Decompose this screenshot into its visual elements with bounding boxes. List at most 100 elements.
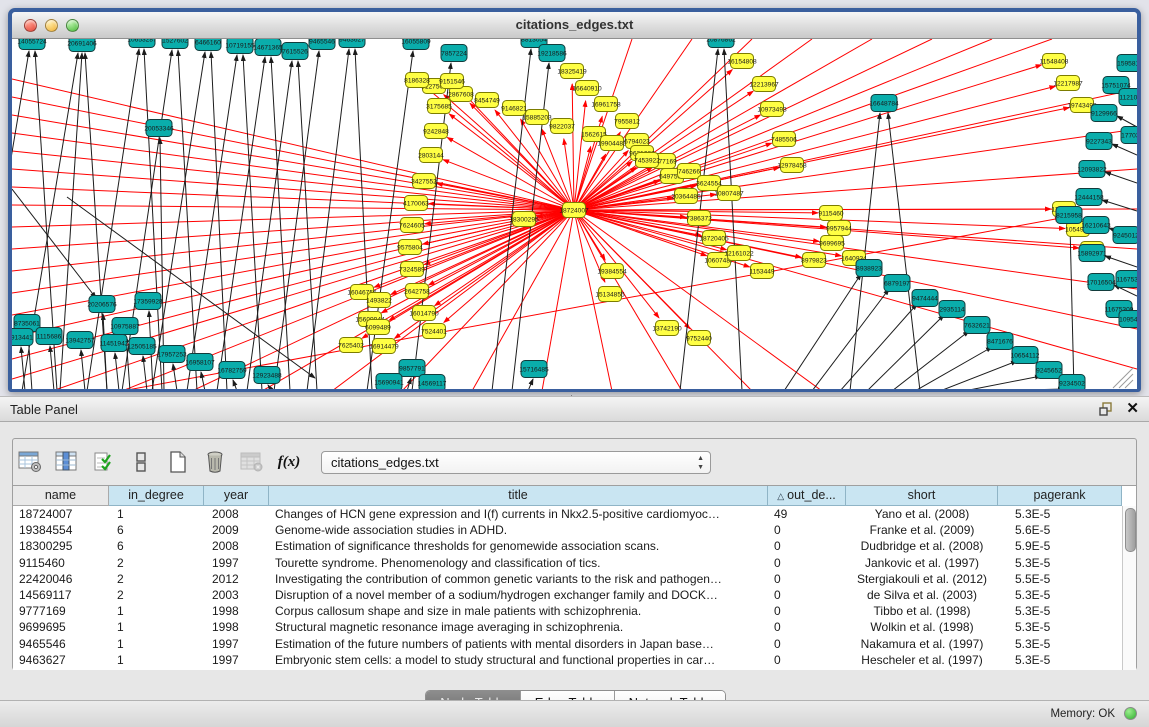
graph-node[interactable]: 1527602 [162, 39, 188, 49]
edge-selected[interactable] [572, 84, 574, 210]
resize-grip-icon[interactable] [1119, 374, 1133, 388]
graph-node-selected[interactable]: 7955812 [614, 114, 640, 129]
edge[interactable] [233, 380, 237, 389]
graph-node[interactable]: 10654112 [1011, 347, 1040, 364]
graph-node-selected[interactable]: 9575804 [397, 240, 423, 255]
graph-node-selected[interactable]: 11548408 [1040, 54, 1069, 69]
graph-node[interactable]: 16782759 [217, 362, 247, 379]
graph-node-selected[interactable]: 4170063 [403, 196, 429, 211]
edge-selected[interactable] [574, 210, 690, 329]
graph-node-selected[interactable]: 8979823 [801, 253, 827, 268]
graph-node-selected[interactable]: 1493822 [366, 293, 392, 308]
graph-node-selected[interactable]: 18724007 [559, 203, 589, 218]
table-select-dropdown[interactable]: citations_edges.txt ▲ ▼ [321, 451, 711, 474]
graph-node-selected[interactable]: 10973493 [757, 102, 787, 117]
function-icon[interactable]: f(x) [276, 449, 302, 475]
edge[interactable] [81, 350, 85, 389]
graph-node-selected[interactable]: 9699695 [819, 236, 845, 251]
graph-node-selected[interactable]: 6099489 [365, 320, 391, 335]
new-document-icon[interactable] [165, 449, 191, 475]
graph-node-selected[interactable]: 15134855 [595, 287, 625, 302]
clear-selection-icon[interactable] [128, 449, 154, 475]
edge[interactable] [1105, 256, 1137, 267]
row-checks-icon[interactable] [91, 449, 117, 475]
edge[interactable] [940, 361, 1017, 389]
graph-node[interactable]: 20206576 [87, 296, 117, 313]
column-header-name[interactable]: name [13, 486, 109, 506]
graph-node[interactable]: 9463627 [339, 39, 365, 48]
table-row[interactable]: 1456911722003Disruption of a novel membe… [13, 587, 1122, 603]
edge[interactable] [143, 356, 147, 389]
graph-node[interactable]: 15892971 [1077, 245, 1107, 262]
table-row[interactable]: 2242004622012Investigating the contribut… [13, 571, 1122, 587]
graph-node[interactable]: 12505185 [127, 338, 157, 355]
graph-node[interactable]: 1595813 [1117, 55, 1137, 72]
network-window[interactable]: citations_edges.txt 18724007183002951938… [8, 8, 1141, 392]
table-row[interactable]: 1872400712008Changes of HCN gene express… [13, 506, 1122, 522]
edge[interactable] [888, 113, 920, 389]
graph-node[interactable]: 1121063 [1119, 89, 1137, 106]
graph-node-selected[interactable]: 20364486 [671, 189, 701, 204]
graph-node-selected[interactable]: 7485506 [771, 132, 797, 147]
graph-node[interactable]: 1167534 [1116, 271, 1137, 288]
graph-node-selected[interactable]: 7386372 [686, 211, 712, 226]
graph-node[interactable]: 12093822 [1077, 161, 1107, 178]
graph-node[interactable]: 9234502 [1059, 375, 1085, 390]
graph-node-selected[interactable]: 9151546 [439, 74, 465, 89]
graph-node-selected[interactable]: 16914479 [369, 339, 399, 354]
graph-node[interactable]: 15716485 [519, 361, 549, 378]
graph-node[interactable]: 8938923 [856, 260, 882, 277]
graph-node[interactable]: 7632621 [964, 317, 990, 334]
edge-selected[interactable] [12, 97, 574, 210]
graph-node[interactable]: 13942757 [65, 332, 95, 349]
column-header-title[interactable]: title [269, 486, 768, 506]
graph-node-selected[interactable]: 9242848 [423, 124, 449, 139]
graph-node-selected[interactable]: 9752440 [686, 331, 712, 346]
graph-node-selected[interactable]: 7624605 [399, 218, 425, 233]
graph-node[interactable]: 9129966 [1091, 105, 1117, 122]
edge-selected[interactable] [12, 115, 574, 210]
edge[interactable] [1105, 172, 1137, 183]
graph-node-selected[interactable]: 10807487 [714, 186, 744, 201]
graph-node-selected[interactable]: 9822037 [549, 119, 575, 134]
graph-node[interactable]: 1115686 [36, 328, 62, 345]
float-panel-icon[interactable] [1098, 401, 1114, 417]
graph-node[interactable]: 9245652 [1036, 362, 1062, 379]
graph-node[interactable]: 16210643 [1081, 217, 1111, 234]
edge-selected[interactable] [574, 210, 1137, 289]
graph-node-selected[interactable]: 16014790 [409, 306, 439, 321]
scrollbar-thumb[interactable] [1125, 508, 1136, 552]
graph-node-selected[interactable]: 19384554 [597, 264, 627, 279]
edge-selected[interactable] [12, 210, 574, 379]
graph-node[interactable]: 16055809 [401, 39, 431, 50]
edge-selected[interactable] [12, 205, 574, 210]
vertical-scrollbar[interactable] [1122, 506, 1136, 670]
edge[interactable] [407, 378, 411, 389]
graph-node-selected[interactable]: 8454749 [474, 93, 500, 108]
graph-node-selected[interactable]: 18720405 [699, 231, 729, 246]
graph-node-selected[interactable]: 746266 [678, 164, 701, 179]
edge[interactable] [528, 379, 533, 389]
graph-node-selected[interactable]: 19904483 [597, 136, 627, 151]
graph-node[interactable]: 7615526 [282, 43, 308, 60]
graph-node-selected[interactable]: 9146821 [501, 101, 527, 116]
graph-node-selected[interactable]: 1153449 [749, 264, 775, 279]
graph-node-selected[interactable]: 18325419 [557, 64, 587, 79]
dropdown-stepper-icon[interactable]: ▲ ▼ [697, 454, 704, 472]
graph-node-selected[interactable]: 2642758 [404, 284, 430, 299]
table-settings-icon[interactable] [17, 449, 43, 475]
graph-node[interactable]: 10975887 [110, 318, 140, 335]
column-header-out_degree[interactable]: △out_de... [768, 486, 846, 506]
graph-node[interactable]: 17016504 [1086, 274, 1116, 291]
graph-node[interactable]: 9245012 [1113, 227, 1137, 244]
graph-node-selected[interactable]: 2803144 [418, 148, 444, 163]
table-row[interactable]: 911546021997Tourette syndrome. Phenomeno… [13, 555, 1122, 571]
graph-node-selected[interactable]: 3175685 [426, 99, 452, 114]
graph-node[interactable]: 14569117 [418, 375, 447, 390]
close-panel-icon[interactable]: ✕ [1126, 401, 1139, 417]
graph-node[interactable]: 20876862 [706, 39, 736, 48]
edge[interactable] [812, 289, 889, 389]
edge[interactable] [217, 57, 265, 389]
graph-node[interactable]: 3913441 [12, 329, 33, 346]
graph-node[interactable]: 8215958 [1056, 207, 1082, 224]
